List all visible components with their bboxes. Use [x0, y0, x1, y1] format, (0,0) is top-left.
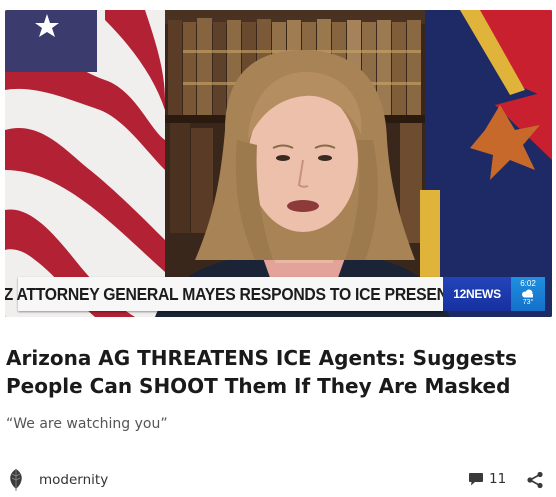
- broadcast-time: 6:02: [520, 279, 536, 288]
- cloud-icon: [522, 289, 533, 298]
- weather-widget: 6:02 73°: [511, 277, 545, 311]
- video-still-image: [5, 10, 552, 317]
- station-logo: 12NEWS: [443, 277, 511, 311]
- post-thumbnail[interactable]: AZ ATTORNEY GENERAL MAYES RESPONDS TO IC…: [5, 10, 552, 317]
- feather-avatar-icon: [10, 469, 22, 491]
- author-name: modernity: [39, 472, 109, 488]
- author-link[interactable]: modernity: [8, 468, 108, 492]
- post-subtitle: “We are watching you”: [6, 416, 168, 432]
- station-logo-text: 12NEWS: [453, 287, 501, 301]
- news-chyron: AZ ATTORNEY GENERAL MAYES RESPONDS TO IC…: [5, 277, 469, 311]
- chyron-text: AZ ATTORNEY GENERAL MAYES RESPONDS TO IC…: [5, 283, 469, 304]
- post-card: AZ ATTORNEY GENERAL MAYES RESPONDS TO IC…: [0, 0, 556, 497]
- comments-button[interactable]: 11: [468, 471, 506, 487]
- temperature: 73°: [522, 299, 534, 306]
- comment-count: 11: [489, 471, 507, 487]
- comment-bubble-icon: [469, 473, 483, 486]
- share-icon[interactable]: [526, 471, 544, 489]
- post-title-link[interactable]: Arizona AG THREATENS ICE Agents: Suggest…: [6, 344, 526, 400]
